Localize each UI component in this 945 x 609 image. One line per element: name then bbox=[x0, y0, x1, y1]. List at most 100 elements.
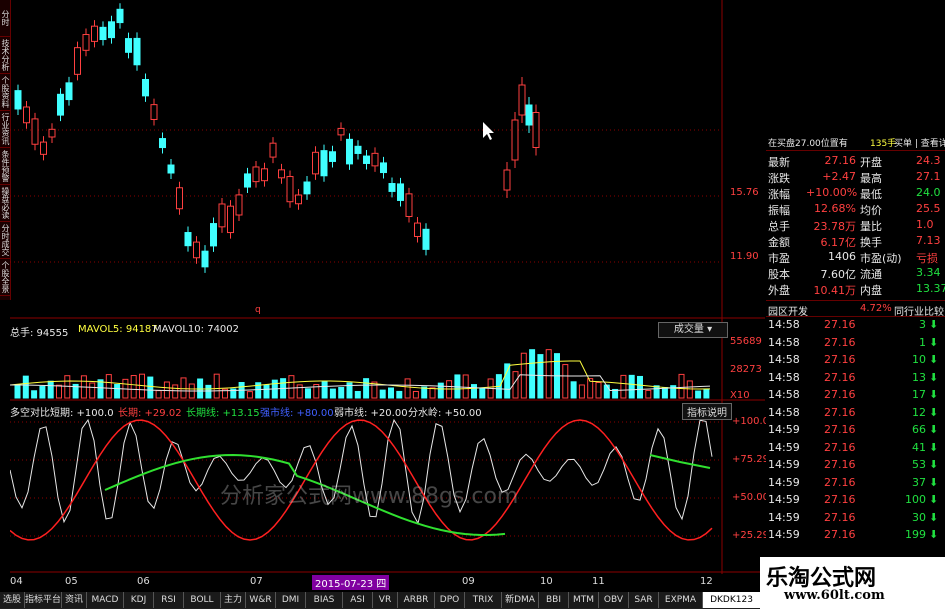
quote-row: 外盘 10.41万 内盘 13.37 bbox=[766, 282, 945, 300]
tick-time: 14:58 bbox=[768, 335, 800, 349]
side-tab-2[interactable]: 个股资料 bbox=[0, 74, 10, 111]
quote-label: 市盈(动) bbox=[860, 252, 902, 265]
candle-body bbox=[40, 141, 47, 155]
tab-arbr[interactable]: ARBR bbox=[398, 592, 435, 608]
tab-[interactable]: 主力 bbox=[221, 592, 246, 608]
volume-bar bbox=[471, 384, 477, 399]
tick-price: 27.16 bbox=[824, 335, 856, 349]
indicator-axis-50: +50.00 bbox=[732, 492, 770, 503]
tab-expma[interactable]: EXPMA bbox=[659, 592, 703, 608]
order-detail-link[interactable]: 买单 | 查看详情 bbox=[894, 136, 945, 149]
tick-time: 14:58 bbox=[768, 353, 800, 366]
crosshair-date: 2015-07-23 四 bbox=[312, 575, 390, 590]
volume-bar bbox=[321, 381, 328, 399]
tab-rsi[interactable]: RSI bbox=[154, 592, 184, 608]
tab-macd[interactable]: MACD bbox=[87, 592, 124, 608]
side-tab-0[interactable]: 分时 bbox=[0, 0, 10, 37]
candle-body bbox=[167, 164, 175, 174]
quote-value: 1406 bbox=[828, 250, 856, 263]
tab-[interactable]: 指标平台 bbox=[25, 592, 62, 608]
side-tab-1[interactable]: 技术分析 bbox=[0, 37, 10, 74]
side-tab-4[interactable]: 条件预警 bbox=[0, 148, 10, 185]
tick-price: 27.16 bbox=[824, 423, 856, 436]
tick-price: 27.16 bbox=[824, 510, 856, 524]
tick-price: 27.16 bbox=[824, 388, 856, 401]
candle-body bbox=[320, 150, 328, 177]
tab-[interactable]: 选股 bbox=[0, 592, 25, 608]
side-tab-5[interactable]: 操盘必读 bbox=[0, 185, 10, 222]
side-tab-3[interactable]: 行业资讯 bbox=[0, 111, 10, 148]
tick-time: 14:58 bbox=[768, 388, 800, 401]
tab-boll[interactable]: BOLL bbox=[184, 592, 221, 608]
date-axis-label: 09 bbox=[462, 576, 475, 587]
quote-label: 流通 bbox=[860, 268, 882, 281]
tick-price: 27.16 bbox=[824, 353, 856, 366]
tab-mtm[interactable]: MTM bbox=[569, 592, 599, 608]
quote-label: 均价 bbox=[860, 204, 882, 217]
volume-bar bbox=[396, 390, 403, 399]
volume-indicator-select[interactable]: 成交量 ▾ bbox=[658, 322, 728, 338]
date-axis-label: 12 bbox=[700, 576, 713, 587]
volume-bar bbox=[56, 384, 62, 399]
tab-vr[interactable]: VR bbox=[373, 592, 398, 608]
candle-body bbox=[48, 128, 56, 138]
quote-label: 换手 bbox=[860, 236, 882, 249]
volume-bar bbox=[147, 376, 154, 399]
date-axis-label: 11 bbox=[592, 576, 605, 587]
volume-bar bbox=[412, 390, 419, 399]
volume-select-label: 成交量 bbox=[673, 324, 704, 335]
tab-kdj[interactable]: KDJ bbox=[124, 592, 154, 608]
tab-dpo[interactable]: DPO bbox=[435, 592, 465, 608]
quote-value: 13.37 bbox=[916, 282, 945, 295]
volume-bar bbox=[114, 384, 121, 399]
volume-bar bbox=[603, 384, 610, 399]
order-notice: 在买盘27.00位置有 135手 买单 | 查看详情 bbox=[766, 134, 945, 151]
tab-asi[interactable]: ASI bbox=[343, 592, 373, 608]
candle-body bbox=[388, 183, 396, 192]
chart-area[interactable]: 15.76 11.90 q 总手: 94555 MAVOL5: 94187 MA… bbox=[9, 0, 769, 590]
candle-body bbox=[414, 222, 421, 237]
tab-bias[interactable]: BIAS bbox=[306, 592, 343, 608]
volume-bar bbox=[520, 352, 527, 399]
candle-body bbox=[210, 223, 217, 247]
volume-total-label: 总手: 94555 bbox=[10, 328, 69, 339]
volume-bar bbox=[545, 349, 552, 399]
sector-compare-button[interactable]: 同行业比较 bbox=[894, 303, 944, 318]
tab-trix[interactable]: TRIX bbox=[465, 592, 502, 608]
volume-bar bbox=[628, 374, 635, 399]
tab-dma[interactable]: 新DMA bbox=[502, 592, 539, 608]
tick-time: 14:58 bbox=[768, 405, 800, 419]
indicator-help-button[interactable]: 指标说明 bbox=[682, 403, 732, 420]
quote-label: 最低 bbox=[860, 188, 882, 201]
tab-dmi[interactable]: DMI bbox=[276, 592, 306, 608]
tick-volume: 13 bbox=[912, 370, 926, 384]
tab-obv[interactable]: OBV bbox=[599, 592, 629, 608]
volume-bar bbox=[653, 385, 660, 399]
candle-body bbox=[518, 84, 526, 116]
tick-volume: 17 bbox=[912, 388, 926, 401]
side-tab-7[interactable]: 个股全景 bbox=[0, 259, 10, 296]
tab-dkdk123[interactable]: DKDK123 bbox=[703, 592, 761, 608]
candle-body bbox=[31, 118, 39, 145]
tick-time: 14:59 bbox=[768, 423, 800, 436]
tick-price: 27.16 bbox=[824, 318, 856, 331]
tab-sar[interactable]: SAR bbox=[629, 592, 659, 608]
tick-time: 14:58 bbox=[768, 318, 800, 331]
indicator-param-1: 长期: +29.02 bbox=[118, 408, 182, 419]
volume-bar bbox=[205, 384, 212, 399]
tick-volume: 37 bbox=[912, 475, 926, 489]
tick-row: 14:58 27.16 3 ⬇ bbox=[766, 318, 945, 335]
candle-body bbox=[244, 173, 251, 188]
date-axis-label: 04 bbox=[10, 576, 23, 587]
tab-bbi[interactable]: BBI bbox=[539, 592, 569, 608]
candle-body bbox=[176, 187, 183, 210]
site-watermark-url: www.60lt.com bbox=[784, 588, 885, 603]
candle-body bbox=[218, 203, 226, 228]
tab-[interactable]: 资讯 bbox=[62, 592, 87, 608]
down-arrow-icon: ⬇ bbox=[929, 510, 939, 524]
sector-name[interactable]: 园区开发 bbox=[768, 303, 808, 318]
price-axis-upper: 15.76 bbox=[730, 187, 759, 198]
side-tab-6[interactable]: 分时成交 bbox=[0, 222, 10, 259]
tab-wr[interactable]: W&R bbox=[246, 592, 276, 608]
quote-value: 27.1 bbox=[916, 170, 941, 183]
